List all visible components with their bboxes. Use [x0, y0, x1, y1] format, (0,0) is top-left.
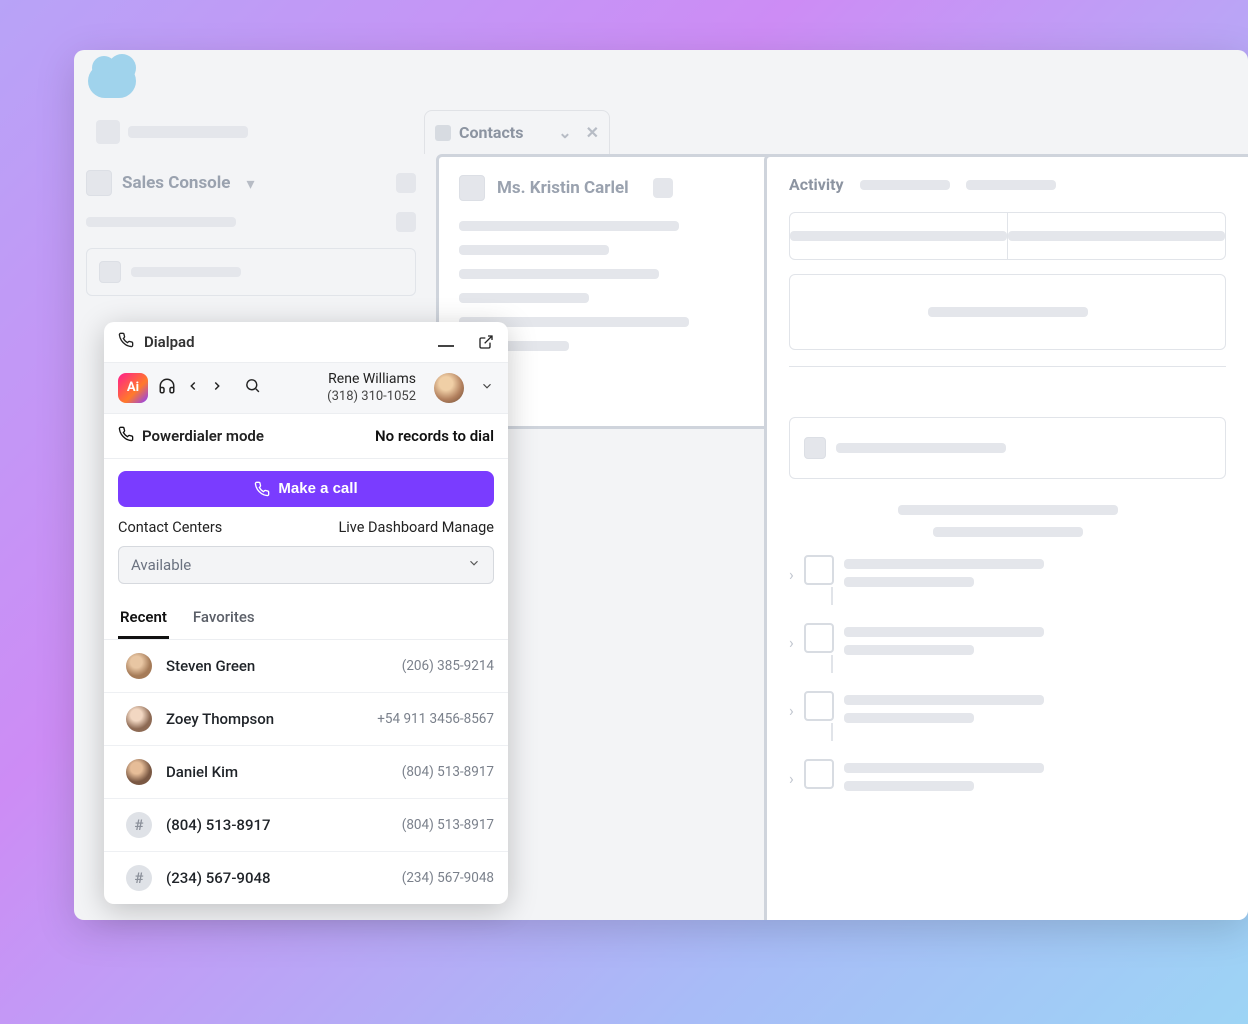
placeholder-box [86, 248, 416, 296]
contact-number: (804) 513-8917 [402, 817, 494, 833]
activity-tabs [789, 212, 1226, 260]
salesforce-logo-icon [88, 64, 136, 98]
contact-number: (804) 513-8917 [402, 764, 494, 780]
placeholder-chip [653, 178, 673, 198]
avatar [126, 759, 152, 785]
dialpad-logo-icon[interactable]: Ai [118, 373, 148, 403]
timeline-item: › [789, 555, 1226, 587]
placeholder-bar [86, 217, 236, 227]
close-icon[interactable]: ✕ [586, 123, 599, 142]
dialpad-widget: Dialpad Ai Rene Williams (318) 310-1052 [104, 322, 508, 904]
make-call-button[interactable]: Make a call [118, 471, 494, 507]
timeline-item: › [789, 623, 1226, 655]
avatar [126, 706, 152, 732]
chevron-down-icon: ▾ [246, 174, 254, 193]
contacts-tab-icon [435, 125, 451, 141]
powerdialer-status: No records to dial [375, 427, 494, 445]
chevron-right-icon[interactable]: › [789, 701, 794, 720]
placeholder-lines [789, 505, 1226, 537]
list-item[interactable]: # (804) 513-8917 (804) 513-8917 [104, 799, 508, 852]
contact-name: Zoey Thompson [166, 710, 274, 728]
sf-home-icon [96, 120, 120, 144]
contact-name: (804) 513-8917 [166, 816, 271, 834]
powerdialer-label: Powerdialer mode [142, 427, 264, 445]
timeline-item: › [789, 759, 1226, 791]
sf-left-column: Sales Console ▾ [86, 170, 416, 296]
placeholder-bar [131, 267, 241, 277]
placeholder-bar [966, 180, 1056, 190]
timeline-type-icon [804, 555, 834, 585]
nav-back-icon[interactable] [186, 379, 200, 397]
contact-number: +54 911 3456-8567 [377, 711, 494, 727]
make-call-label: Make a call [278, 480, 357, 497]
contact-number: (234) 567-9048 [402, 870, 494, 886]
list-item[interactable]: Zoey Thompson +54 911 3456-8567 [104, 693, 508, 746]
recent-list: Steven Green (206) 385-9214 Zoey Thompson +… [104, 640, 508, 904]
user-name: Rene Williams [327, 371, 416, 389]
placeholder-box [789, 417, 1226, 479]
chevron-right-icon[interactable]: › [789, 633, 794, 652]
minimize-icon[interactable] [438, 345, 454, 347]
widget-toolbar: Ai Rene Williams (318) 310-1052 [104, 363, 508, 414]
phone-icon [118, 332, 134, 352]
user-phone: (318) 310-1052 [327, 389, 416, 405]
hash-icon: # [126, 812, 152, 838]
contact-number: (206) 385-9214 [402, 658, 494, 674]
popout-icon[interactable] [478, 334, 494, 350]
tab-favorites[interactable]: Favorites [191, 598, 257, 639]
chevron-down-icon[interactable]: ⌄ [558, 123, 571, 142]
record-title: Ms. Kristin Carlel [497, 178, 629, 198]
chevron-down-icon[interactable] [480, 379, 494, 397]
chevron-down-icon [467, 556, 481, 574]
placeholder-bar [860, 180, 950, 190]
app-name: Sales Console [122, 173, 230, 193]
status-select-value: Available [131, 556, 191, 574]
chevron-right-icon[interactable]: › [789, 565, 794, 584]
tab-contacts[interactable]: Contacts ⌄ ✕ [424, 110, 610, 154]
tab-label: Contacts [459, 123, 523, 142]
placeholder-box [789, 274, 1226, 350]
activity-title: Activity [789, 175, 844, 194]
avatar[interactable] [434, 373, 464, 403]
headphones-icon[interactable] [158, 377, 176, 399]
placeholder-icon [99, 261, 121, 283]
widget-header: Dialpad [104, 322, 508, 363]
contact-centers-row: Contact Centers Live Dashboard Manage [104, 515, 508, 546]
app-icon [86, 170, 112, 196]
activity-panel: Activity › › [764, 154, 1248, 920]
list-item[interactable]: Daniel Kim (804) 513-8917 [104, 746, 508, 799]
hash-icon: # [126, 865, 152, 891]
avatar [126, 653, 152, 679]
placeholder-bar [128, 126, 248, 138]
list-item[interactable]: # (234) 567-9048 (234) 567-9048 [104, 852, 508, 904]
widget-title: Dialpad [144, 333, 195, 351]
tab-recent[interactable]: Recent [118, 598, 169, 639]
phone-icon [118, 426, 134, 446]
timeline-type-icon [804, 691, 834, 721]
placeholder-icon [804, 437, 826, 459]
contact-icon [459, 175, 485, 201]
powerdialer-bar: Powerdialer mode No records to dial [104, 414, 508, 459]
live-dashboard-link[interactable]: Live Dashboard Manage [338, 519, 494, 536]
contact-name: Daniel Kim [166, 763, 238, 781]
placeholder-chip [396, 212, 416, 232]
contact-centers-label: Contact Centers [118, 519, 222, 536]
timeline-type-icon [804, 623, 834, 653]
search-icon[interactable] [244, 377, 261, 398]
nav-forward-icon[interactable] [210, 379, 224, 397]
placeholder-bar [836, 443, 1006, 453]
placeholder-lines [459, 221, 807, 351]
list-tabs: Recent Favorites [104, 598, 508, 640]
status-select[interactable]: Available [118, 546, 494, 584]
app-picker[interactable]: Sales Console ▾ [86, 170, 416, 196]
timeline-type-icon [804, 759, 834, 789]
contact-name: Steven Green [166, 657, 255, 675]
user-block: Rene Williams (318) 310-1052 [327, 371, 416, 405]
placeholder-chip [396, 173, 416, 193]
contact-name: (234) 567-9048 [166, 869, 271, 887]
list-item[interactable]: Steven Green (206) 385-9214 [104, 640, 508, 693]
divider [789, 366, 1226, 367]
chevron-right-icon[interactable]: › [789, 769, 794, 788]
timeline-item: › [789, 691, 1226, 723]
